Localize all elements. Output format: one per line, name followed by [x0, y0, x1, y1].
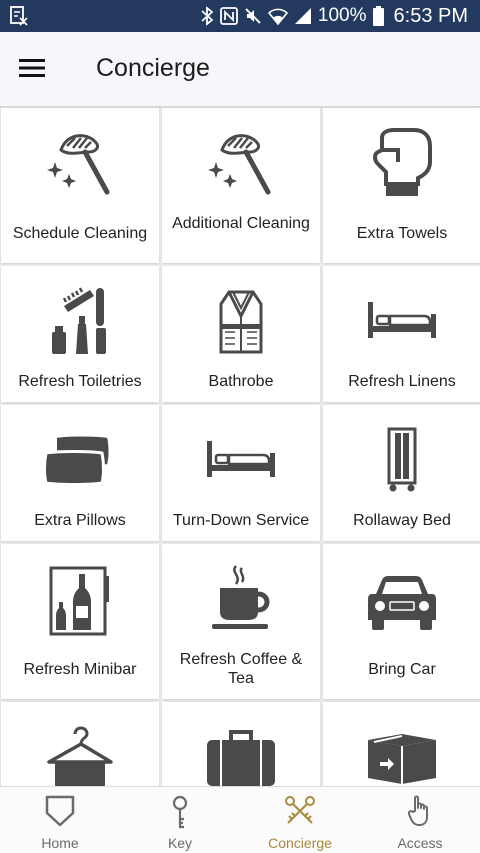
duster-icon — [47, 134, 110, 195]
bed-icon — [368, 302, 436, 338]
minibar-icon — [49, 566, 109, 636]
bottom-nav: Home Key Concierge Access — [0, 786, 480, 853]
tile-refresh-coffee-tea[interactable]: Refresh Coffee & Tea — [162, 544, 320, 699]
rollaway-bed-icon — [387, 427, 417, 492]
mute-icon — [245, 8, 261, 24]
hand-pointer-icon — [407, 795, 428, 826]
nav-label: Concierge — [268, 835, 332, 851]
notification-icon — [10, 6, 28, 26]
key-icon — [172, 795, 188, 829]
app-bar: Concierge — [0, 32, 480, 107]
tile-label: Extra Pillows — [34, 512, 126, 529]
tile-label: Refresh Coffee & Tea — [179, 651, 303, 687]
services-grid: Schedule Cleaning Additional Cleaning Ex… — [0, 108, 480, 786]
nav-label: Home — [41, 835, 79, 851]
shield-home-icon — [45, 795, 75, 827]
nav-access[interactable]: Access — [360, 787, 480, 853]
nav-home[interactable]: Home — [0, 787, 120, 853]
nav-label: Key — [167, 835, 193, 851]
tile-label: Turn-Down Service — [172, 512, 310, 529]
signal-icon — [294, 8, 311, 24]
package-icon — [368, 734, 436, 784]
status-bar: 100% 6:53 PM — [0, 0, 480, 32]
car-icon — [368, 576, 436, 630]
tile-schedule-cleaning[interactable]: Schedule Cleaning — [1, 108, 159, 263]
battery-icon — [372, 6, 384, 26]
hanger-icon — [47, 726, 113, 786]
hamburger-menu-icon — [19, 59, 45, 77]
tile-refresh-linens[interactable]: Refresh Linens — [323, 266, 480, 402]
tile-extra-pillows[interactable]: Extra Pillows — [1, 405, 159, 541]
bed-icon — [207, 441, 275, 477]
tile-label: Refresh Toiletries — [18, 373, 142, 390]
tile-bathrobe[interactable]: Bathrobe — [162, 266, 320, 402]
tile-refresh-minibar[interactable]: Refresh Minibar — [1, 544, 159, 699]
tile-package[interactable] — [323, 702, 480, 786]
tile-label: Refresh Linens — [348, 373, 456, 390]
tile-luggage[interactable] — [162, 702, 320, 786]
tile-label: Schedule Cleaning — [12, 225, 148, 242]
coffee-cup-icon — [212, 565, 270, 629]
tile-label: Rollaway Bed — [353, 512, 451, 529]
tile-turn-down-service[interactable]: Turn-Down Service — [162, 405, 320, 541]
tile-label: Bathrobe — [208, 373, 274, 390]
tile-label: Extra Towels — [356, 225, 448, 242]
tile-additional-cleaning[interactable]: Additional Cleaning — [162, 108, 320, 263]
tile-bring-car[interactable]: Bring Car — [323, 544, 480, 699]
tile-rollaway-bed[interactable]: Rollaway Bed — [323, 405, 480, 541]
battery-percent: 100% — [317, 5, 367, 26]
towel-icon — [373, 128, 432, 196]
tile-extra-towels[interactable]: Extra Towels — [323, 108, 480, 263]
nav-label: Access — [397, 835, 443, 851]
bluetooth-icon — [201, 6, 214, 26]
menu-button[interactable] — [12, 48, 52, 88]
tile-label: Refresh Minibar — [23, 661, 137, 678]
pillows-icon — [44, 434, 111, 486]
duster-icon — [208, 134, 271, 195]
nav-concierge[interactable]: Concierge — [240, 787, 360, 853]
tile-label: Additional Cleaning — [172, 215, 310, 232]
crossed-keys-icon — [285, 796, 315, 824]
nfc-icon — [220, 7, 238, 25]
wifi-icon — [267, 8, 288, 25]
tile-laundry[interactable] — [1, 702, 159, 786]
page-title: Concierge — [96, 54, 210, 82]
nav-key[interactable]: Key — [120, 787, 240, 853]
bathrobe-icon — [219, 290, 263, 354]
clock: 6:53 PM — [393, 4, 468, 27]
tile-label: Bring Car — [368, 661, 436, 678]
tile-refresh-toiletries[interactable]: Refresh Toiletries — [1, 266, 159, 402]
toiletries-icon — [52, 287, 106, 354]
suitcase-icon — [207, 730, 275, 786]
